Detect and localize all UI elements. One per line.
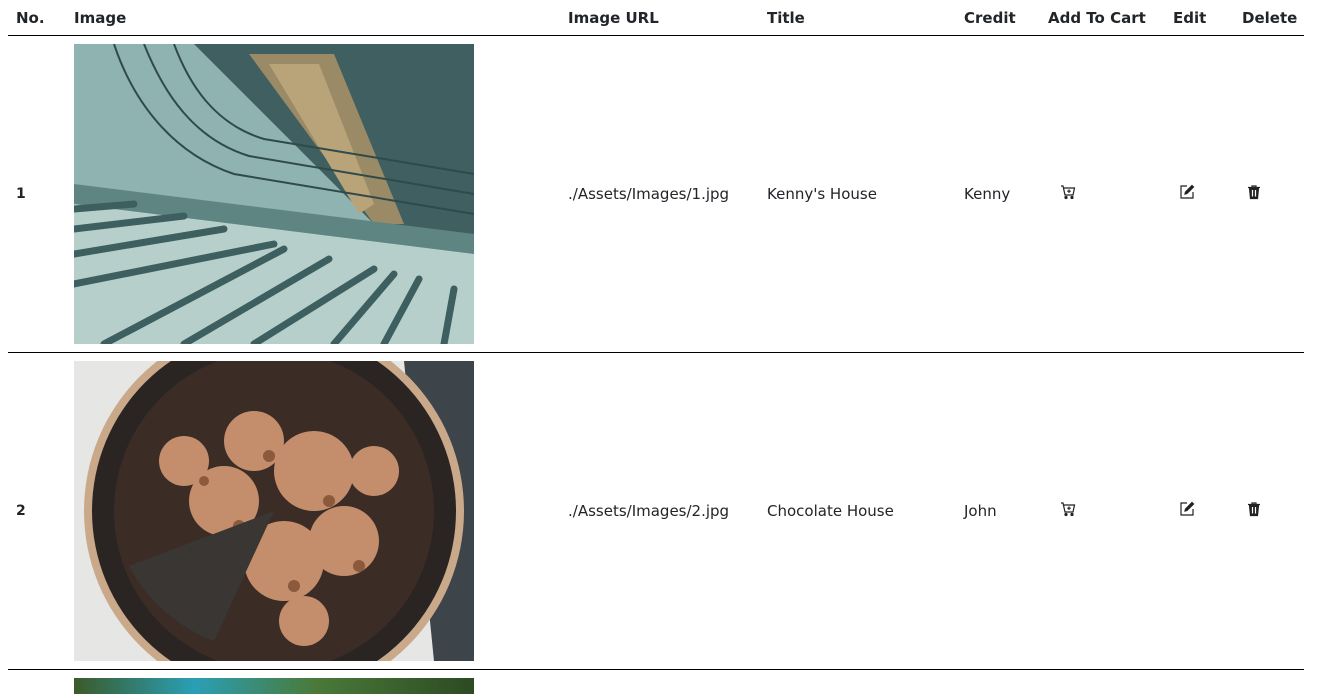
cart-icon[interactable] (1060, 501, 1076, 517)
trash-icon[interactable] (1246, 184, 1262, 200)
image-credit: John (956, 353, 1040, 670)
edit-icon[interactable] (1179, 184, 1195, 200)
row-number: 2 (8, 353, 66, 670)
header-add-to-cart: Add To Cart (1040, 0, 1165, 36)
header-title: Title (759, 0, 956, 36)
image-title: Kenny's House (759, 36, 956, 353)
image-credit: Kenny (956, 36, 1040, 353)
table-header-row: No. Image Image URL Title Credit Add To … (8, 0, 1304, 36)
header-edit: Edit (1165, 0, 1234, 36)
image-url: ./Assets/Images/2.jpg (560, 353, 759, 670)
edit-icon[interactable] (1179, 501, 1195, 517)
images-table: No. Image Image URL Title Credit Add To … (8, 0, 1304, 694)
edit-cell (1165, 36, 1234, 353)
table-row: 2 (8, 353, 1304, 670)
cart-icon[interactable] (1060, 184, 1076, 200)
header-image: Image (66, 0, 560, 36)
header-no: No. (8, 0, 66, 36)
add-to-cart-cell (1040, 353, 1165, 670)
image-title: Chocolate House (759, 353, 956, 670)
image-url: ./Assets/Images/1.jpg (560, 36, 759, 353)
table-row: 1 (8, 36, 1304, 353)
delete-cell (1234, 36, 1304, 353)
image-cell (66, 353, 560, 670)
chocolate-cake-photo (74, 361, 474, 661)
add-to-cart-cell (1040, 36, 1165, 353)
trash-icon[interactable] (1246, 501, 1262, 517)
edit-cell (1165, 353, 1234, 670)
header-delete: Delete (1234, 0, 1304, 36)
delete-cell (1234, 353, 1304, 670)
image-cell (66, 36, 560, 353)
landscape-photo (74, 678, 474, 694)
header-credit: Credit (956, 0, 1040, 36)
header-image-url: Image URL (560, 0, 759, 36)
row-number: 1 (8, 36, 66, 353)
staircase-photo (74, 44, 474, 344)
